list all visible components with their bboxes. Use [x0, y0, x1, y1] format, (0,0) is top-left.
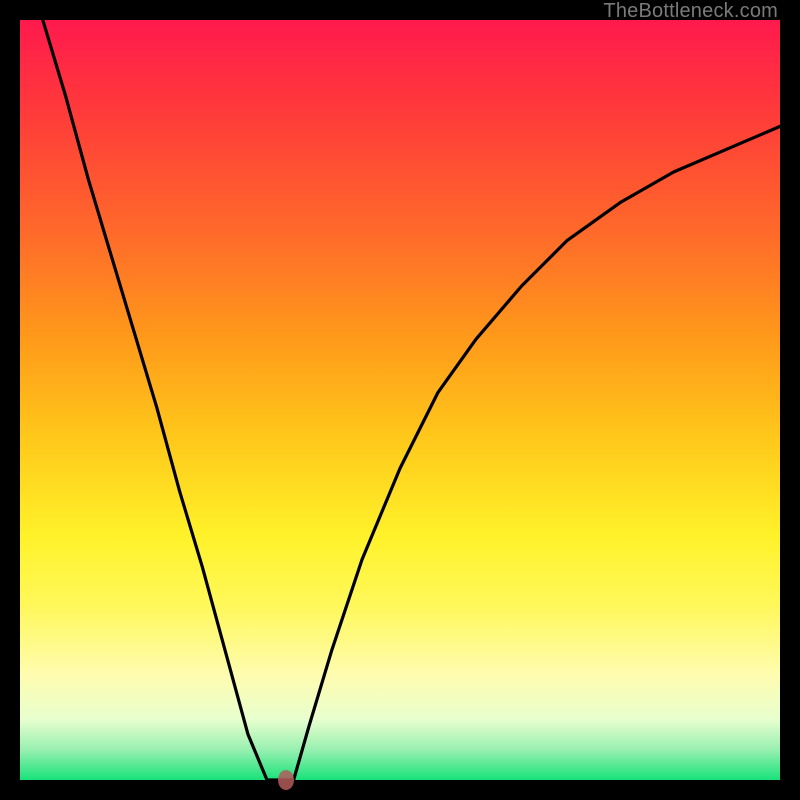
curve-path [43, 20, 780, 780]
watermark-text: TheBottleneck.com [603, 0, 778, 23]
chart-frame: TheBottleneck.com [0, 0, 800, 800]
bottleneck-curve [20, 20, 780, 780]
optimum-marker [278, 770, 294, 790]
